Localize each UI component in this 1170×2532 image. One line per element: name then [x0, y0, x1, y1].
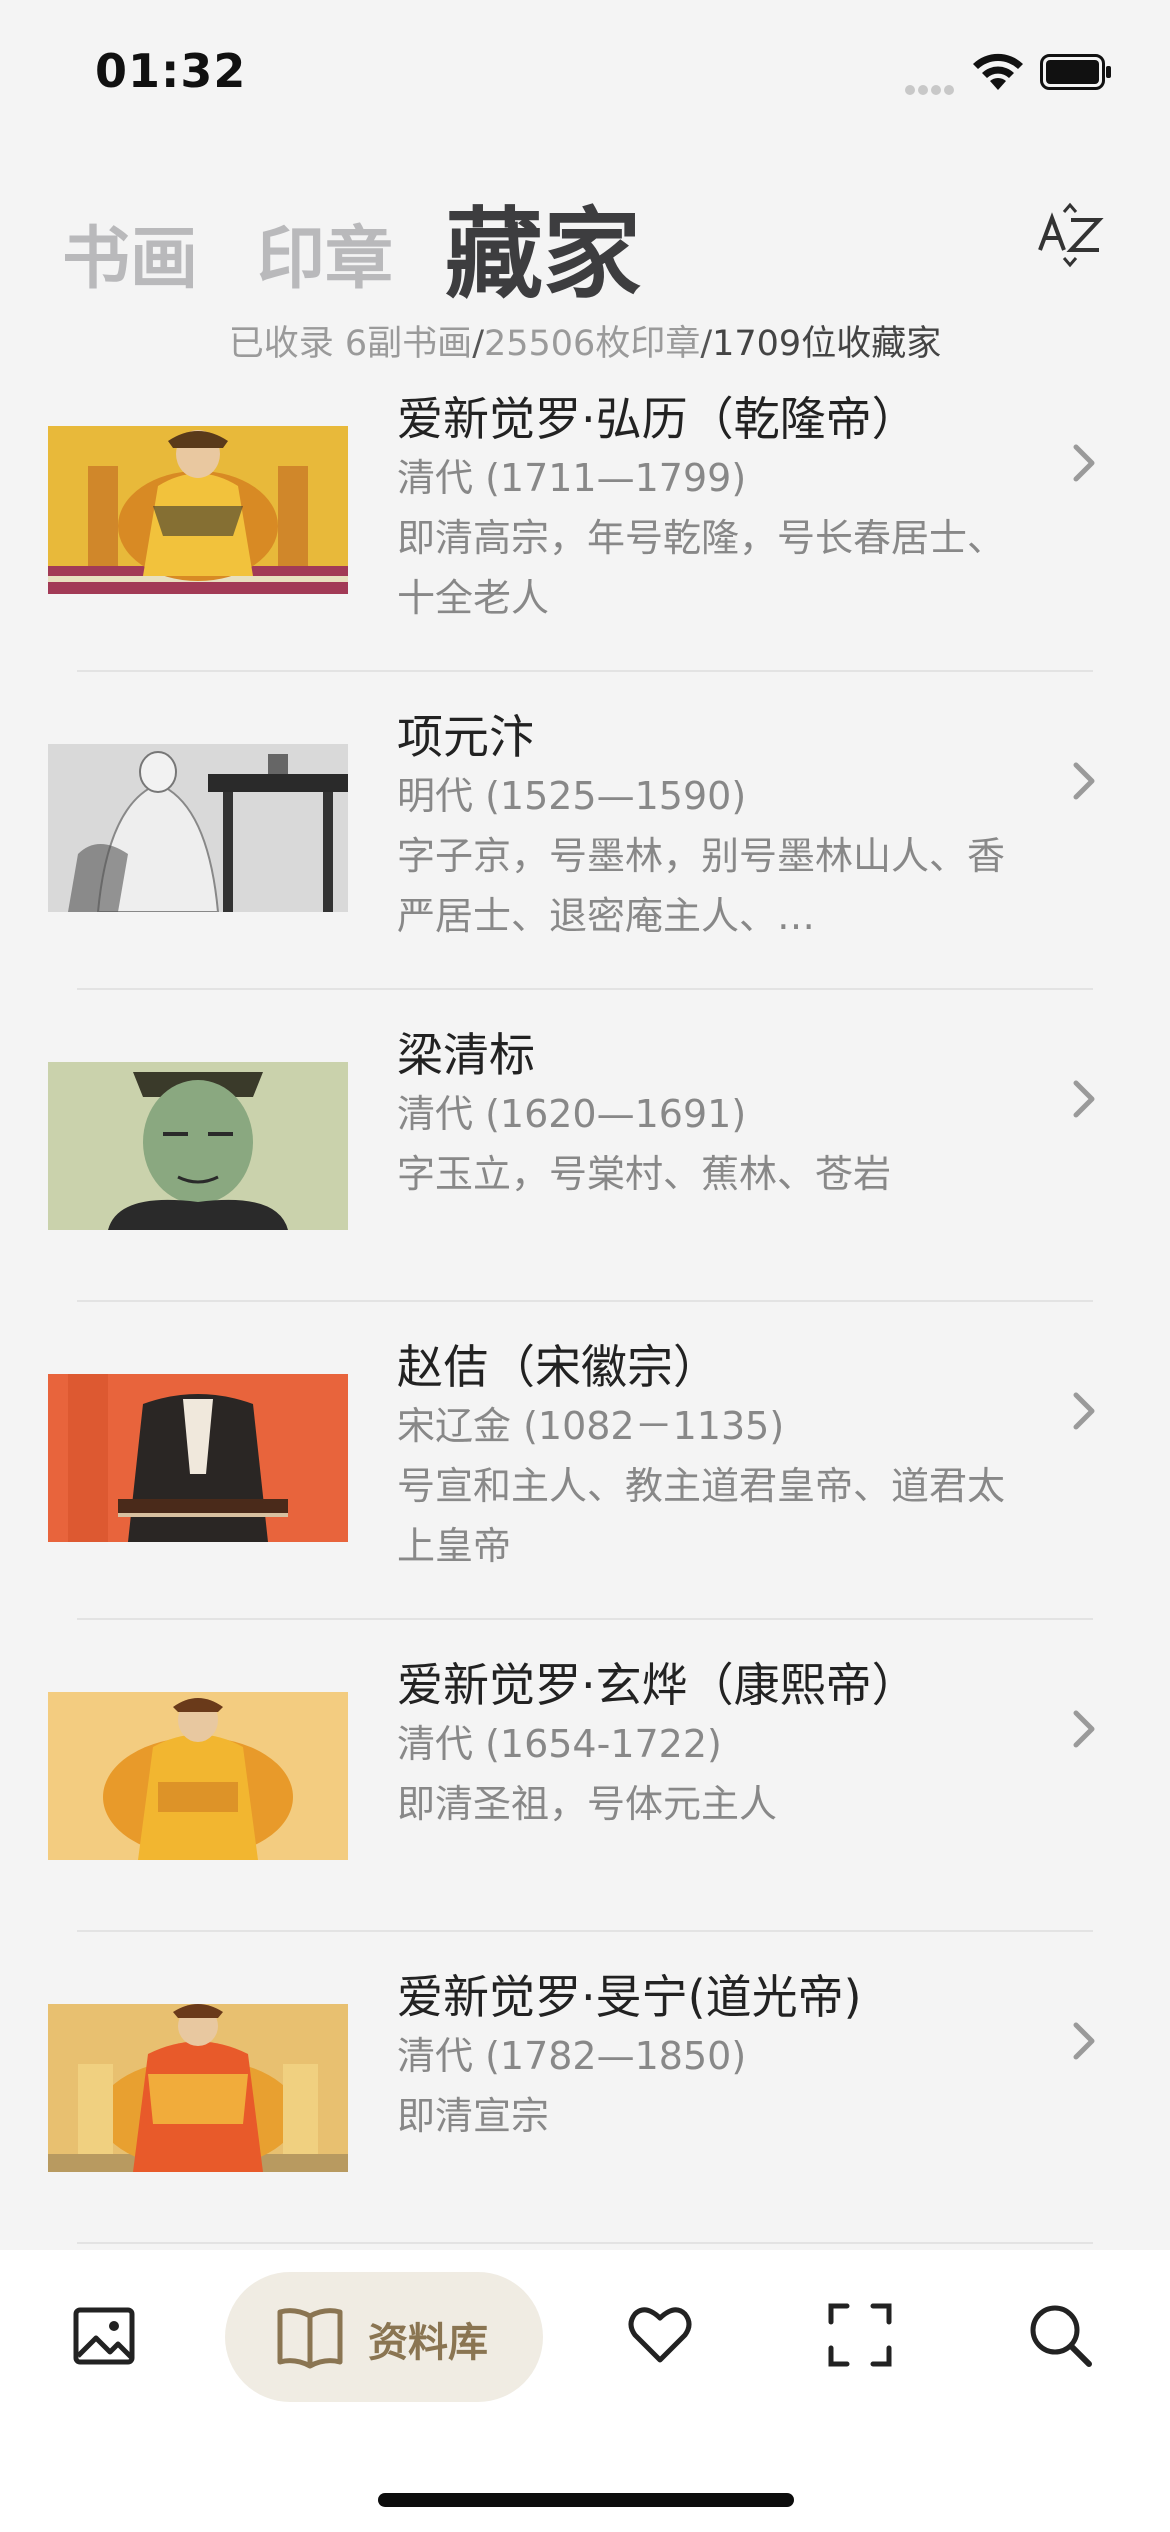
list-item[interactable]: 爱新觉罗·旻宁(道光帝) 清代 (1782—1850) 即清宣宗 — [0, 1968, 1170, 2250]
status-bar: 01:32 — [0, 0, 1170, 150]
divider — [77, 1930, 1093, 1932]
collector-portrait — [48, 1374, 348, 1542]
tab-collectors[interactable]: 藏家 — [445, 175, 641, 317]
gallery-icon[interactable] — [70, 2300, 142, 2372]
home-indicator — [378, 2493, 794, 2507]
list-item[interactable]: 赵佶（宋徽宗） 宋辽金 (1082－1135) 号宣和主人、教主道君皇帝、道君太… — [0, 1338, 1170, 1656]
collector-info: 赵佶（宋徽宗） 宋辽金 (1082－1135) 号宣和主人、教主道君皇帝、道君太… — [397, 1338, 1007, 1576]
tab-paintings[interactable]: 书画 — [62, 203, 198, 302]
collector-info: 爱新觉罗·玄烨（康熙帝） 清代 (1654-1722) 即清圣祖，号体元主人 — [397, 1656, 1007, 1834]
collector-info: 梁清标 清代 (1620—1691) 字玉立，号棠村、蕉林、苍岩 — [397, 1026, 1007, 1204]
chevron-right-icon — [1073, 444, 1095, 482]
list-item[interactable]: 爱新觉罗·弘历（乾隆帝） 清代 (1711—1799) 即清高宗，年号乾隆，号长… — [0, 390, 1170, 708]
collector-era: 清代 (1782—1850) — [397, 2034, 747, 2078]
collector-name: 爱新觉罗·玄烨（康熙帝） — [397, 1658, 918, 1712]
collector-desc: 即清圣祖，号体元主人 — [397, 1782, 778, 1826]
collector-desc: 即清宣宗 — [397, 2094, 550, 2138]
collector-info: 项元汴 明代 (1525—1590) 字子京，号墨林，别号墨林山人、香严居士、退… — [397, 708, 1007, 946]
collector-era: 明代 (1525—1590) — [397, 774, 747, 818]
collector-desc: 即清高宗，年号乾隆，号长春居士、十全老人 — [397, 516, 1006, 620]
collector-era: 宋辽金 (1082－1135) — [397, 1404, 785, 1448]
signal-icon — [905, 80, 957, 95]
collector-era: 清代 (1711—1799) — [397, 456, 747, 500]
battery-icon — [1040, 54, 1111, 90]
divider — [77, 988, 1093, 990]
tab-library[interactable]: 资料库 — [225, 2272, 543, 2402]
book-icon — [277, 2308, 343, 2369]
collector-info: 爱新觉罗·弘历（乾隆帝） 清代 (1711—1799) 即清高宗，年号乾隆，号长… — [397, 390, 1007, 628]
az-sort-icon[interactable] — [1035, 200, 1105, 270]
collector-desc: 字玉立，号棠村、蕉林、苍岩 — [397, 1152, 892, 1196]
bottom-tab-bar: 资料库 — [0, 2250, 1170, 2532]
divider — [77, 1300, 1093, 1302]
list-item[interactable]: 爱新觉罗·玄烨（康熙帝） 清代 (1654-1722) 即清圣祖，号体元主人 — [0, 1656, 1170, 1974]
tab-library-label: 资料库 — [368, 2320, 488, 2366]
chevron-right-icon — [1073, 762, 1095, 800]
divider — [77, 2242, 1093, 2244]
collector-name: 爱新觉罗·弘历（乾隆帝） — [397, 392, 918, 446]
collector-desc: 字子京，号墨林，别号墨林山人、香严居士、退密庵主人、… — [397, 834, 1006, 938]
divider — [77, 670, 1093, 672]
chevron-right-icon — [1073, 1080, 1095, 1118]
collector-portrait — [48, 426, 348, 594]
list-item[interactable]: 梁清标 清代 (1620—1691) 字玉立，号棠村、蕉林、苍岩 — [0, 1026, 1170, 1344]
stats-separator: / — [472, 324, 484, 364]
collector-name: 爱新觉罗·旻宁(道光帝) — [397, 1970, 862, 2024]
collector-list: 爱新觉罗·弘历（乾隆帝） 清代 (1711—1799) 即清高宗，年号乾隆，号长… — [0, 390, 1170, 2250]
stats-separator: / — [700, 324, 713, 364]
collector-portrait — [48, 1692, 348, 1860]
status-time: 01:32 — [95, 44, 247, 98]
collector-name: 梁清标 — [397, 1028, 535, 1082]
stats-paintings: 已收录 6副书画 — [228, 324, 473, 364]
stats-seals: 25506枚印章 — [483, 324, 701, 364]
collector-portrait — [48, 1062, 348, 1230]
collector-era: 清代 (1620—1691) — [397, 1092, 747, 1136]
collector-desc: 号宣和主人、教主道君皇帝、道君太上皇帝 — [397, 1464, 1006, 1568]
collection-stats: 已收录 6副书画/25506枚印章/1709位收藏家 — [0, 315, 1170, 366]
scan-icon[interactable] — [825, 2300, 895, 2370]
list-item[interactable]: 项元汴 明代 (1525—1590) 字子京，号墨林，别号墨林山人、香严居士、退… — [0, 708, 1170, 1026]
chevron-right-icon — [1073, 2022, 1095, 2060]
divider — [77, 1618, 1093, 1620]
collector-portrait — [48, 744, 348, 912]
chevron-right-icon — [1073, 1392, 1095, 1430]
stats-collectors: 1709位收藏家 — [712, 324, 942, 364]
heart-icon[interactable] — [625, 2300, 695, 2370]
collector-info: 爱新觉罗·旻宁(道光帝) 清代 (1782—1850) 即清宣宗 — [397, 1968, 1007, 2146]
collector-portrait — [48, 2004, 348, 2172]
search-icon[interactable] — [1025, 2300, 1095, 2370]
wifi-icon — [973, 53, 1023, 90]
collector-name: 项元汴 — [397, 710, 535, 764]
chevron-right-icon — [1073, 1710, 1095, 1748]
tab-seals[interactable]: 印章 — [257, 203, 393, 302]
collector-name: 赵佶（宋徽宗） — [397, 1340, 719, 1394]
collector-era: 清代 (1654-1722) — [397, 1722, 722, 1766]
